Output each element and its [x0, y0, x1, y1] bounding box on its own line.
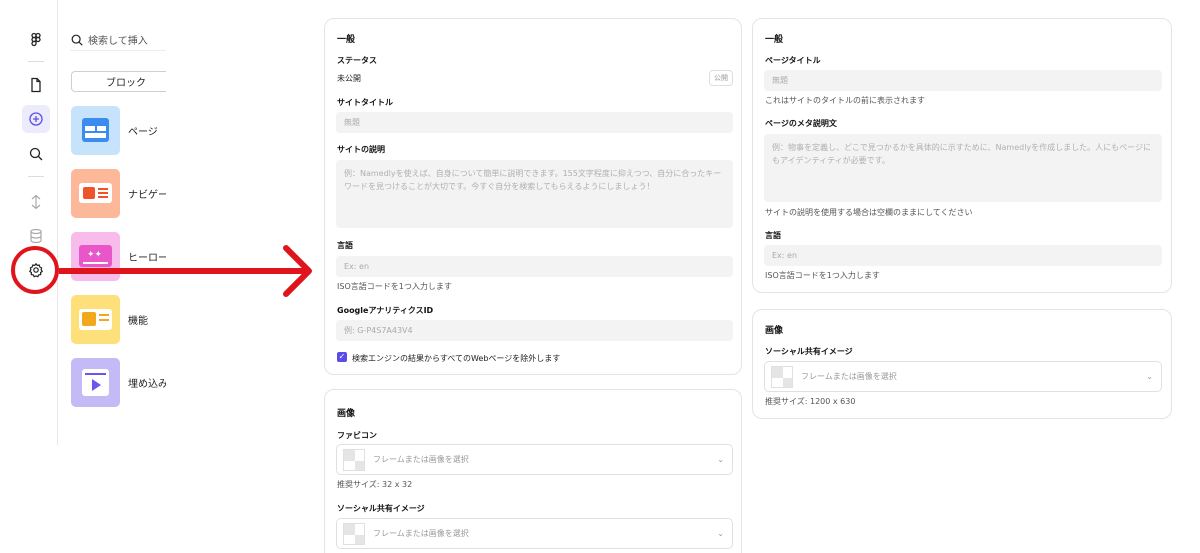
meta-description-hint: サイトの説明を使用する場合は空欄のままにしてください	[765, 208, 973, 217]
section-title: 一般	[337, 35, 356, 45]
favicon-hint: 推奨サイズ: 32 x 32	[337, 480, 413, 489]
page-title-hint: これはサイトのタイトルの前に表示されます	[765, 96, 925, 105]
section-title: 画像	[337, 409, 356, 419]
left-toolbar	[0, 0, 58, 445]
category-navigation[interactable]: ナビゲー	[71, 168, 166, 218]
category-label: ナビゲー	[128, 189, 166, 201]
language-input[interactable]: Ex: en	[336, 256, 733, 277]
figma-logo-icon[interactable]	[22, 26, 50, 54]
meta-description-label: ページのメタ説明文	[765, 119, 837, 128]
pointer-arrow-icon	[59, 245, 312, 297]
site-title-input[interactable]: 無題	[336, 112, 733, 133]
search-icon	[71, 34, 83, 46]
chevron-down-icon: ⌄	[717, 529, 724, 538]
category-label: 機能	[128, 315, 148, 327]
page-title-label: ページタイトル	[765, 56, 821, 65]
highlight-circle	[11, 246, 59, 294]
insert-panel: 検索して挿入 ブロック ページ ナビゲー ✦✦ ヒーロー 機能 埋め込み	[58, 0, 166, 445]
ga-id-input[interactable]: 例: G-P4S7A43V4	[336, 320, 733, 341]
image-placeholder-icon	[343, 448, 365, 471]
block-button[interactable]: ブロック	[71, 71, 166, 92]
chevron-down-icon: ⌄	[1146, 372, 1153, 381]
pages-icon[interactable]	[22, 71, 50, 99]
search-icon[interactable]	[22, 140, 50, 168]
language-hint: ISO言語コードを1つ入力します	[765, 271, 880, 280]
category-embed[interactable]: 埋め込み	[71, 357, 166, 407]
category-features[interactable]: 機能	[71, 294, 166, 344]
features-category-icon	[71, 294, 120, 344]
page-general-card: 一般 ページタイトル 無題 これはサイトのタイトルの前に表示されます ページのメ…	[752, 18, 1172, 293]
site-description-input[interactable]: 例：Namedlyを使えば、自身について簡単に説明できます。155文字程度に抑え…	[336, 160, 733, 228]
favicon-select[interactable]: フレームまたは画像を選択 ⌄	[336, 444, 733, 475]
insert-search[interactable]: 検索して挿入	[70, 29, 166, 51]
category-page[interactable]: ページ	[71, 105, 166, 155]
favicon-label: ファビコン	[337, 431, 377, 440]
search-placeholder: 検索して挿入	[88, 36, 148, 47]
components-icon[interactable]	[22, 188, 50, 216]
exclude-search-checkbox[interactable]: ✓	[337, 352, 347, 362]
language-label: 言語	[765, 231, 781, 240]
section-title: 画像	[765, 326, 784, 336]
ga-id-label: GoogleアナリティクスID	[337, 306, 434, 315]
site-title-label: サイトタイトル	[337, 98, 393, 107]
site-description-label: サイトの説明	[337, 145, 385, 154]
status-label: ステータス	[337, 56, 377, 65]
select-placeholder: フレームまたは画像を選択	[373, 455, 469, 464]
exclude-search-label: 検索エンジンの結果からすべてのWebページを除外します	[352, 354, 561, 363]
language-input[interactable]: Ex: en	[764, 245, 1162, 266]
social-image-select[interactable]: フレームまたは画像を選択 ⌄	[764, 361, 1162, 392]
page-image-card: 画像 ソーシャル共有イメージ フレームまたは画像を選択 ⌄ 推奨サイズ: 120…	[752, 309, 1172, 419]
social-image-select[interactable]: フレームまたは画像を選択 ⌄	[336, 518, 733, 549]
embed-category-icon	[71, 357, 120, 407]
insert-icon[interactable]	[22, 105, 50, 133]
page-title-input[interactable]: 無題	[764, 70, 1162, 91]
category-label: ページ	[128, 126, 158, 138]
language-label: 言語	[337, 241, 353, 250]
navigation-category-icon	[71, 168, 120, 218]
page-category-icon	[71, 105, 120, 155]
site-image-card: 画像 ファビコン フレームまたは画像を選択 ⌄ 推奨サイズ: 32 x 32 ソ…	[324, 389, 742, 553]
social-image-hint: 推奨サイズ: 1200 x 630	[765, 397, 856, 406]
section-title: 一般	[765, 35, 784, 45]
meta-description-input[interactable]: 例：物事を定義し、どこで見つかるかを具体的に示すために、Namedlyを作成しま…	[764, 134, 1162, 202]
language-hint: ISO言語コードを1つ入力します	[337, 282, 452, 291]
social-image-label: ソーシャル共有イメージ	[337, 504, 425, 513]
chevron-down-icon: ⌄	[717, 455, 724, 464]
social-image-label: ソーシャル共有イメージ	[765, 347, 853, 356]
site-general-card: 一般 ステータス 未公開 公開 サイトタイトル 無題 サイトの説明 例：Name…	[324, 18, 742, 375]
publish-button[interactable]: 公開	[709, 70, 733, 86]
image-placeholder-icon	[771, 365, 793, 388]
image-placeholder-icon	[343, 522, 365, 545]
select-placeholder: フレームまたは画像を選択	[801, 372, 897, 381]
select-placeholder: フレームまたは画像を選択	[373, 529, 469, 538]
status-value: 未公開	[337, 74, 361, 83]
category-label: 埋め込み	[128, 378, 166, 390]
